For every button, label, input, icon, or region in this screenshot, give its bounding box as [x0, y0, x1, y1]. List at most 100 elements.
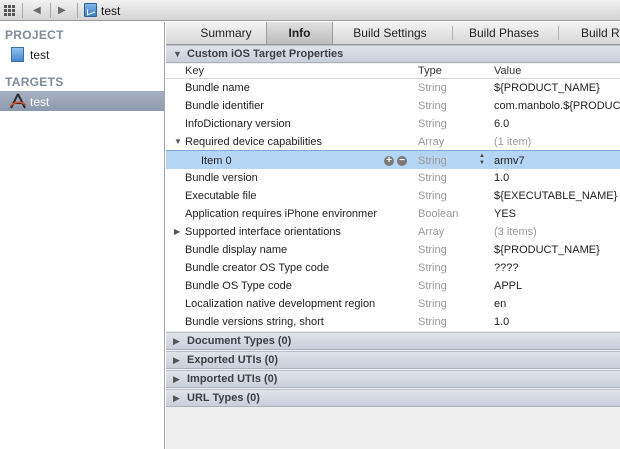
row-value: (3 items)	[494, 226, 537, 238]
project-icon	[11, 47, 24, 62]
section-title: Exported UTIs (0)	[187, 354, 279, 366]
sidebar-item-label: test	[30, 95, 50, 109]
row-key: Bundle name	[185, 82, 250, 94]
row-type: Array	[418, 136, 445, 148]
table-row[interactable]: Bundle creator OS Type code String ????	[166, 259, 620, 277]
info-editor-content: ▼ Custom iOS Target Properties Key Type …	[166, 45, 620, 449]
add-row-icon[interactable]: +	[384, 156, 394, 166]
table-row-selected[interactable]: Item 0 + − String armv7	[166, 150, 620, 170]
back-arrow-icon[interactable]: ◀	[33, 4, 41, 17]
row-key: Bundle display name	[185, 244, 288, 256]
jump-bar-divider	[77, 3, 78, 18]
sidebar-item-label: test	[30, 48, 50, 62]
row-key: Item 0	[201, 155, 232, 167]
table-row[interactable]: Bundle versions string, short String 1.0	[166, 313, 620, 331]
column-header-key[interactable]: Key	[185, 65, 204, 77]
row-key: Bundle OS Type code	[185, 280, 292, 292]
row-value: 6.0	[494, 118, 510, 130]
row-key: Executable file	[185, 190, 257, 202]
row-type: String	[418, 280, 447, 292]
row-type[interactable]: String	[418, 155, 447, 167]
sidebar-item-target[interactable]: test	[0, 91, 164, 111]
row-value: 1.0	[494, 172, 510, 184]
section-title: URL Types (0)	[187, 392, 260, 404]
section-title: Document Types (0)	[187, 335, 292, 347]
table-row[interactable]: Application requires iPhone environmer B…	[166, 205, 620, 223]
targets-section-header: TARGETS	[5, 75, 64, 89]
row-type: String	[418, 190, 447, 202]
jump-bar-path-label[interactable]: test	[101, 4, 120, 18]
remove-row-icon[interactable]: −	[397, 156, 407, 166]
row-type: String	[418, 298, 447, 310]
tab-summary[interactable]: Summary	[186, 22, 266, 44]
project-navigator-sidebar: PROJECT test TARGETS test	[0, 22, 165, 449]
row-type: String	[418, 118, 447, 130]
disclosure-collapsed-icon[interactable]: ▶	[174, 227, 180, 236]
tab-build-rules[interactable]: Build Ru	[564, 22, 620, 44]
row-type: String	[418, 82, 447, 94]
row-value: ${PRODUCT_NAME}	[494, 244, 600, 256]
disclosure-collapsed-icon[interactable]: ▶	[173, 355, 180, 366]
row-key: Supported interface orientations	[185, 226, 341, 238]
project-section-header: PROJECT	[5, 28, 64, 42]
disclosure-collapsed-icon[interactable]: ▶	[173, 336, 180, 347]
table-row[interactable]: Bundle version String 1.0	[166, 169, 620, 187]
row-type: String	[418, 172, 447, 184]
row-type: Boolean	[418, 208, 459, 220]
forward-arrow-icon[interactable]: ▶	[58, 4, 66, 17]
table-row[interactable]: Executable file String ${EXECUTABLE_NAME…	[166, 187, 620, 205]
row-value: ${PRODUCT_NAME}	[494, 82, 600, 94]
tab-build-settings[interactable]: Build Settings	[336, 22, 444, 44]
row-value: YES	[494, 208, 517, 220]
disclosure-collapsed-icon[interactable]: ▶	[173, 374, 180, 385]
tab-info[interactable]: Info	[266, 22, 333, 44]
table-row[interactable]: Bundle display name String ${PRODUCT_NAM…	[166, 241, 620, 259]
app-target-icon	[9, 93, 27, 109]
project-file-icon	[84, 3, 97, 17]
type-stepper-icon[interactable]	[479, 153, 486, 167]
url-types-header[interactable]: ▶ URL Types (0)	[166, 389, 620, 407]
row-key: Bundle version	[185, 172, 258, 184]
row-key: Localization native development region	[185, 298, 376, 310]
column-header-type[interactable]: Type	[418, 65, 442, 77]
disclosure-expanded-icon[interactable]: ▼	[174, 137, 182, 146]
row-value: en	[494, 298, 507, 310]
jump-bar-divider	[50, 3, 51, 18]
document-types-header[interactable]: ▶ Document Types (0)	[166, 332, 620, 350]
row-key: Required device capabilities	[185, 136, 322, 148]
tab-build-phases[interactable]: Build Phases	[456, 22, 552, 44]
editor-tab-bar: Summary Info Build Settings Build Phases…	[166, 22, 620, 45]
table-row[interactable]: ▶ Supported interface orientations Array…	[166, 223, 620, 241]
custom-ios-target-properties-header[interactable]: ▼ Custom iOS Target Properties	[166, 45, 620, 63]
row-type: Array	[418, 226, 445, 238]
table-row[interactable]: Bundle OS Type code String APPL	[166, 277, 620, 295]
table-row[interactable]: InfoDictionary version String 6.0	[166, 115, 620, 133]
row-value[interactable]: armv7	[494, 155, 525, 167]
column-header-value[interactable]: Value	[494, 65, 521, 77]
section-title: Imported UTIs (0)	[187, 373, 278, 385]
row-type: String	[418, 244, 447, 256]
sidebar-item-project[interactable]: test	[0, 45, 164, 65]
disclosure-expanded-icon[interactable]: ▼	[173, 49, 182, 59]
disclosure-collapsed-icon[interactable]: ▶	[173, 393, 180, 404]
row-type: String	[418, 262, 447, 274]
row-value: APPL	[494, 280, 523, 292]
jump-bar: ◀ ▶ test	[0, 0, 620, 21]
row-key: Application requires iPhone environmer	[185, 208, 377, 220]
table-row[interactable]: ▼ Required device capabilities Array (1 …	[166, 133, 620, 151]
section-title: Custom iOS Target Properties	[187, 48, 344, 60]
row-value: ????	[494, 262, 519, 274]
exported-utis-header[interactable]: ▶ Exported UTIs (0)	[166, 351, 620, 369]
table-row[interactable]: Localization native development region S…	[166, 295, 620, 313]
properties-column-header: Key Type Value	[166, 64, 620, 79]
table-row[interactable]: Bundle identifier String com.manbolo.${P…	[166, 97, 620, 115]
row-value: (1 item)	[494, 136, 532, 148]
row-value: ${EXECUTABLE_NAME}	[494, 190, 618, 202]
tab-divider	[452, 26, 453, 40]
related-items-grid-icon[interactable]	[4, 5, 15, 16]
imported-utis-header[interactable]: ▶ Imported UTIs (0)	[166, 370, 620, 388]
row-value: com.manbolo.${PRODUC	[494, 100, 620, 112]
row-value: 1.0	[494, 316, 510, 328]
table-row[interactable]: Bundle name String ${PRODUCT_NAME}	[166, 79, 620, 97]
row-key: InfoDictionary version	[185, 118, 291, 130]
